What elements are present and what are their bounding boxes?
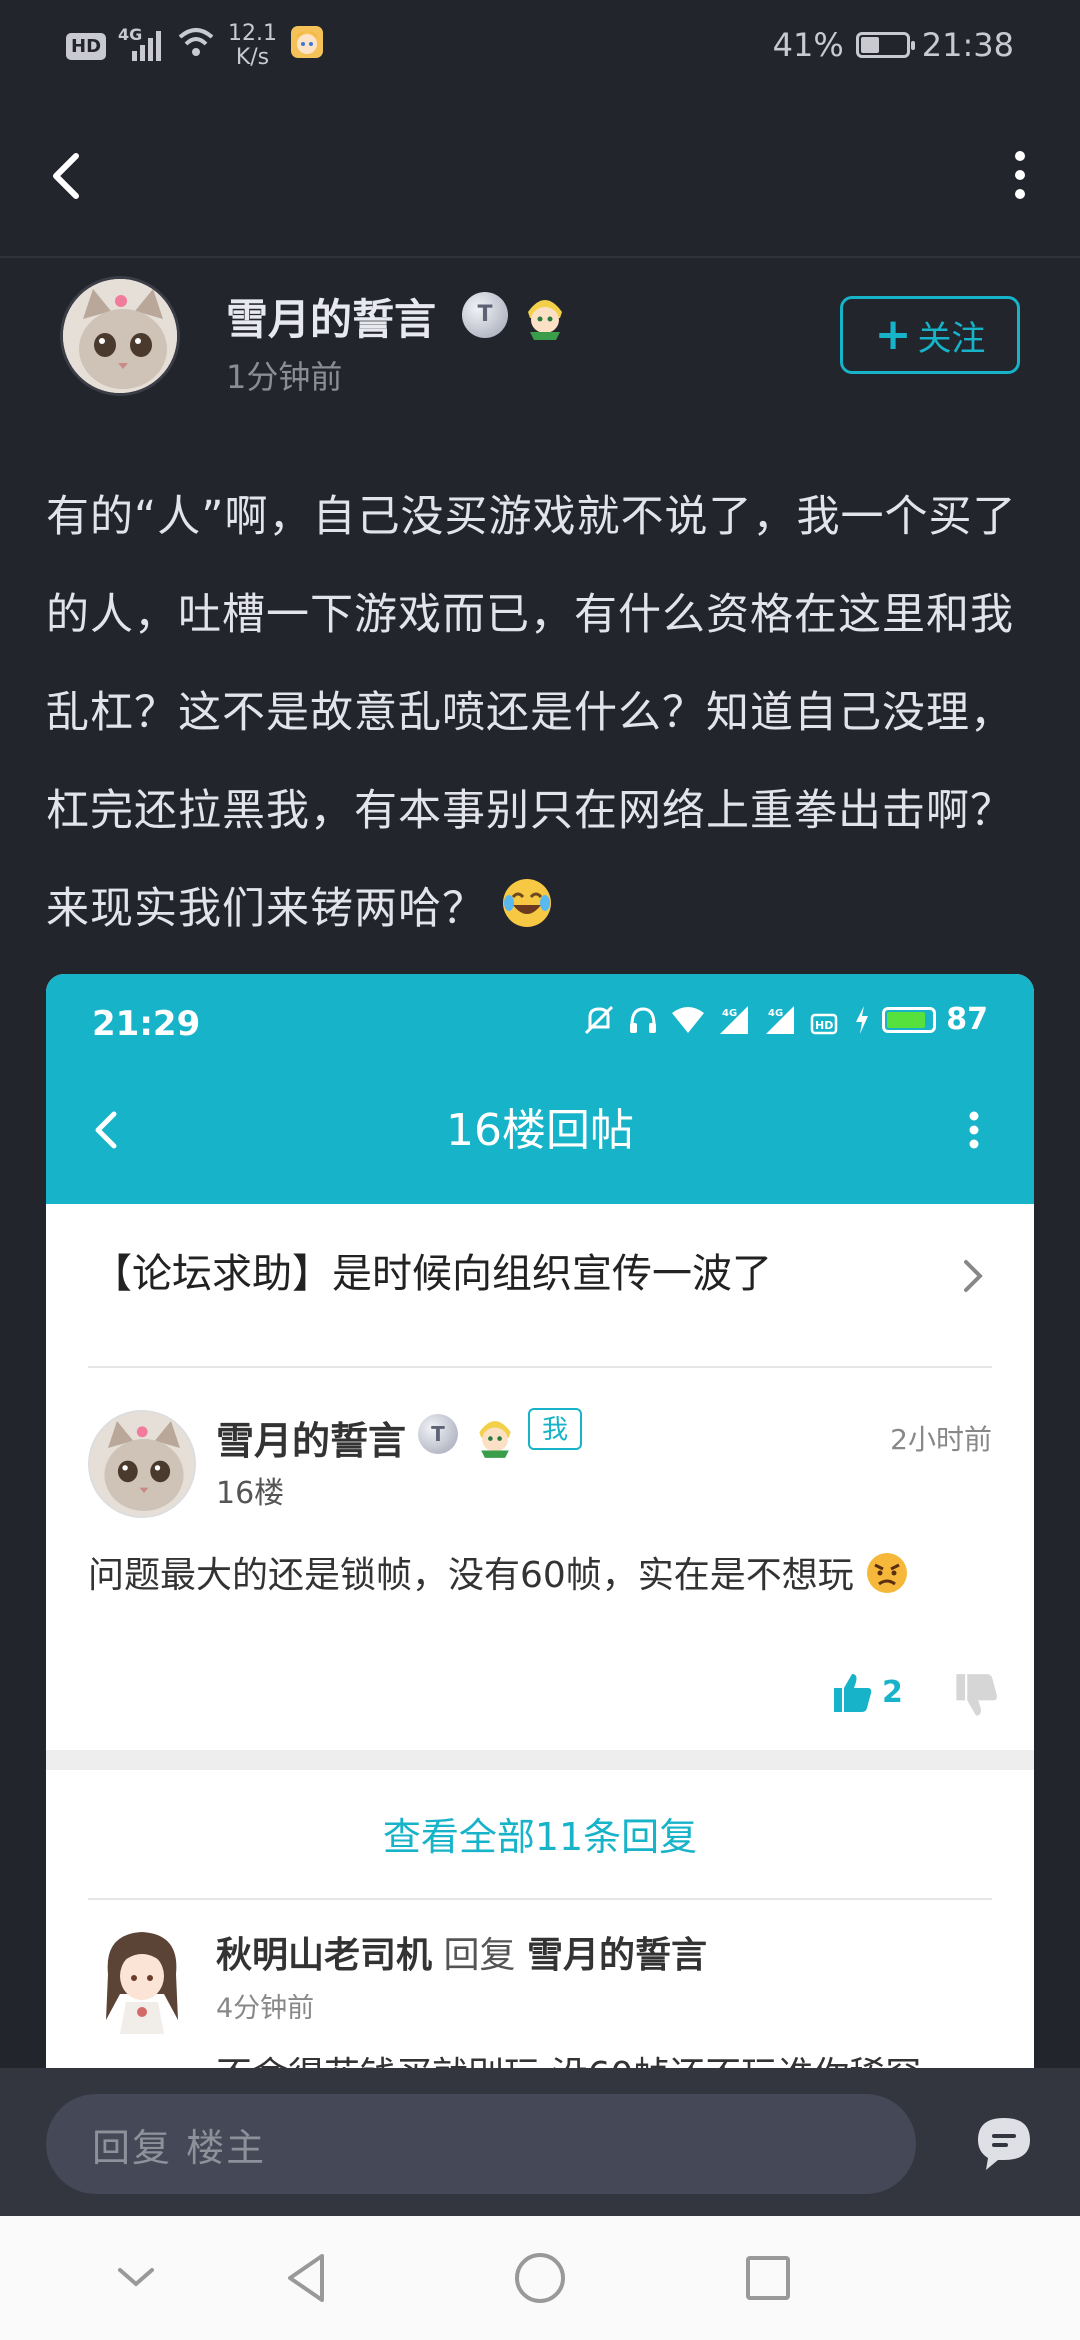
reply-text: 问题最大的还是锁帧，没有60帧，实在是不想玩 <box>88 1546 909 1598</box>
sub-reply-time: 4分钟前 <box>216 1993 315 2024</box>
reply-text-content: 问题最大的还是锁帧，没有60帧，实在是不想玩 <box>88 1555 854 1596</box>
sub-reply-text: 不舍得花钱买就别玩 没60帧还不玩谁你稀罕 <box>216 2046 921 2068</box>
screenshot-status-time: 21:29 <box>92 1004 201 1044</box>
chevron-down-icon <box>118 2268 154 2287</box>
screenshot-header: 21:29 4G 4G HD 87 16楼回帖 <box>46 974 1034 1204</box>
follow-button[interactable]: + 关注 <box>840 296 1020 374</box>
battery-icon <box>855 32 915 58</box>
reply-bar: 回复 楼主 <box>0 2068 1080 2216</box>
attached-screenshot[interactable]: 21:29 4G 4G HD 87 16楼回帖 【论坛求助】是时候向组织宣传一波… <box>46 974 1034 2068</box>
svg-text:HD: HD <box>815 1019 833 1032</box>
nav-home-button[interactable] <box>508 2246 572 2310</box>
like-count: 2 <box>882 1674 903 1710</box>
thumbs-up-icon <box>834 1674 872 1712</box>
status-left: HD 4G 12.1 K/s <box>66 22 325 70</box>
floor-number: 16楼 <box>216 1476 285 1511</box>
thread-title: 【论坛求助】是时候向组织宣传一波了 <box>92 1251 772 1297</box>
anime-girl-avatar-image <box>94 1924 190 2034</box>
wifi-icon <box>176 25 216 67</box>
mute-bell-icon <box>585 1005 614 1034</box>
headphones-icon <box>630 1006 657 1033</box>
me-badge: 我 <box>528 1408 582 1450</box>
nav-collapse-button[interactable] <box>104 2246 168 2310</box>
plus-icon: + <box>874 309 912 360</box>
cat-avatar-image <box>90 1412 194 1516</box>
battery-fill <box>860 37 879 53</box>
status-right: 41% 21:38 <box>773 26 1014 64</box>
chevron-right-icon <box>958 1254 988 1298</box>
sub-reply-target: 雪月的誓言 <box>526 1935 707 1976</box>
app-bar <box>0 92 1080 258</box>
post-time: 1分钟前 <box>226 358 343 396</box>
angry-emoji-icon <box>867 1553 908 1593</box>
level-badge-icon: T <box>418 1414 458 1454</box>
post-body: 有的“人”啊，自己没买游戏就不说了，我一个买了的人，吐槽一下游戏而已，有什么资格… <box>46 468 1036 958</box>
level-badge-icon: T <box>462 292 508 338</box>
signal-icon: 4G <box>118 25 164 63</box>
battery-percent: 41% <box>772 26 844 64</box>
square-recents-icon <box>746 2256 790 2300</box>
section-separator <box>46 1750 1034 1770</box>
divider <box>88 1366 992 1368</box>
triangle-back-icon <box>288 2254 324 2302</box>
app-notification-icon <box>289 24 325 68</box>
hd-icon: HD <box>66 32 107 60</box>
thumbs-down-icon <box>956 1674 997 1716</box>
reply-verb: 回复 <box>443 1935 516 1976</box>
back-button[interactable] <box>40 140 100 210</box>
charging-bolt-icon <box>856 1005 869 1034</box>
character-badge-icon <box>472 1410 522 1462</box>
status-bar: HD 4G 12.1 K/s 41% 21:38 <box>0 0 1080 92</box>
divider <box>88 1898 992 1900</box>
reply-time: 2小时前 <box>890 1423 992 1456</box>
system-nav-bar <box>0 2216 1080 2340</box>
sub-reply-avatar <box>94 1924 190 2034</box>
sub-reply-author: 秋明山老司机 <box>216 1935 433 1976</box>
reply-author-avatar <box>88 1410 196 1518</box>
post-body-text: 有的“人”啊，自己没买游戏就不说了，我一个买了的人，吐槽一下游戏而已，有什么资格… <box>46 492 1017 934</box>
wifi-icon <box>672 1006 705 1033</box>
screenshot-more-icon <box>954 1100 994 1160</box>
dislike-button <box>952 1672 1000 1720</box>
screenshot-title: 16楼回帖 <box>446 1105 634 1156</box>
reply-input[interactable]: 回复 楼主 <box>46 2094 916 2194</box>
author-name[interactable]: 雪月的誓言 <box>226 286 436 347</box>
like-button: 2 <box>830 1670 903 1714</box>
signal-4g-icon: 4G <box>720 1005 749 1034</box>
screenshot-status-icons: 4G 4G HD 87 <box>582 1002 988 1037</box>
screenshot-battery-icon <box>882 1006 937 1033</box>
screenshot-battery-percent: 87 <box>946 1002 988 1037</box>
laugh-cry-emoji-icon <box>502 879 551 927</box>
nav-recents-button[interactable] <box>736 2246 800 2310</box>
hd-call-icon: HD <box>811 1013 838 1034</box>
reply-author-name: 雪月的誓言 <box>216 1419 407 1463</box>
more-options-button[interactable] <box>990 140 1050 210</box>
more-vertical-icon <box>1015 151 1025 199</box>
comment-bubble-icon <box>978 2118 1030 2170</box>
follow-label: 关注 <box>917 318 986 359</box>
signal-4g-icon-2: 4G <box>766 1005 795 1034</box>
svg-text:4G: 4G <box>722 1008 737 1019</box>
view-all-replies: 查看全部11条回复 <box>382 1815 698 1859</box>
back-arrow-icon <box>53 153 79 199</box>
sub-reply-header: 秋明山老司机 回复 雪月的誓言 <box>216 1926 707 1978</box>
comment-button[interactable] <box>974 2114 1034 2172</box>
svg-text:4G: 4G <box>768 1008 783 1019</box>
character-badge-icon <box>520 288 570 340</box>
network-speed: 12.1 K/s <box>228 21 277 70</box>
clock: 21:38 <box>921 26 1014 64</box>
author-avatar[interactable] <box>60 276 180 396</box>
screenshot-battery-fill <box>887 1011 926 1028</box>
circle-home-icon <box>515 2253 565 2303</box>
cat-avatar-image <box>63 279 177 393</box>
nav-back-button[interactable] <box>276 2246 340 2310</box>
